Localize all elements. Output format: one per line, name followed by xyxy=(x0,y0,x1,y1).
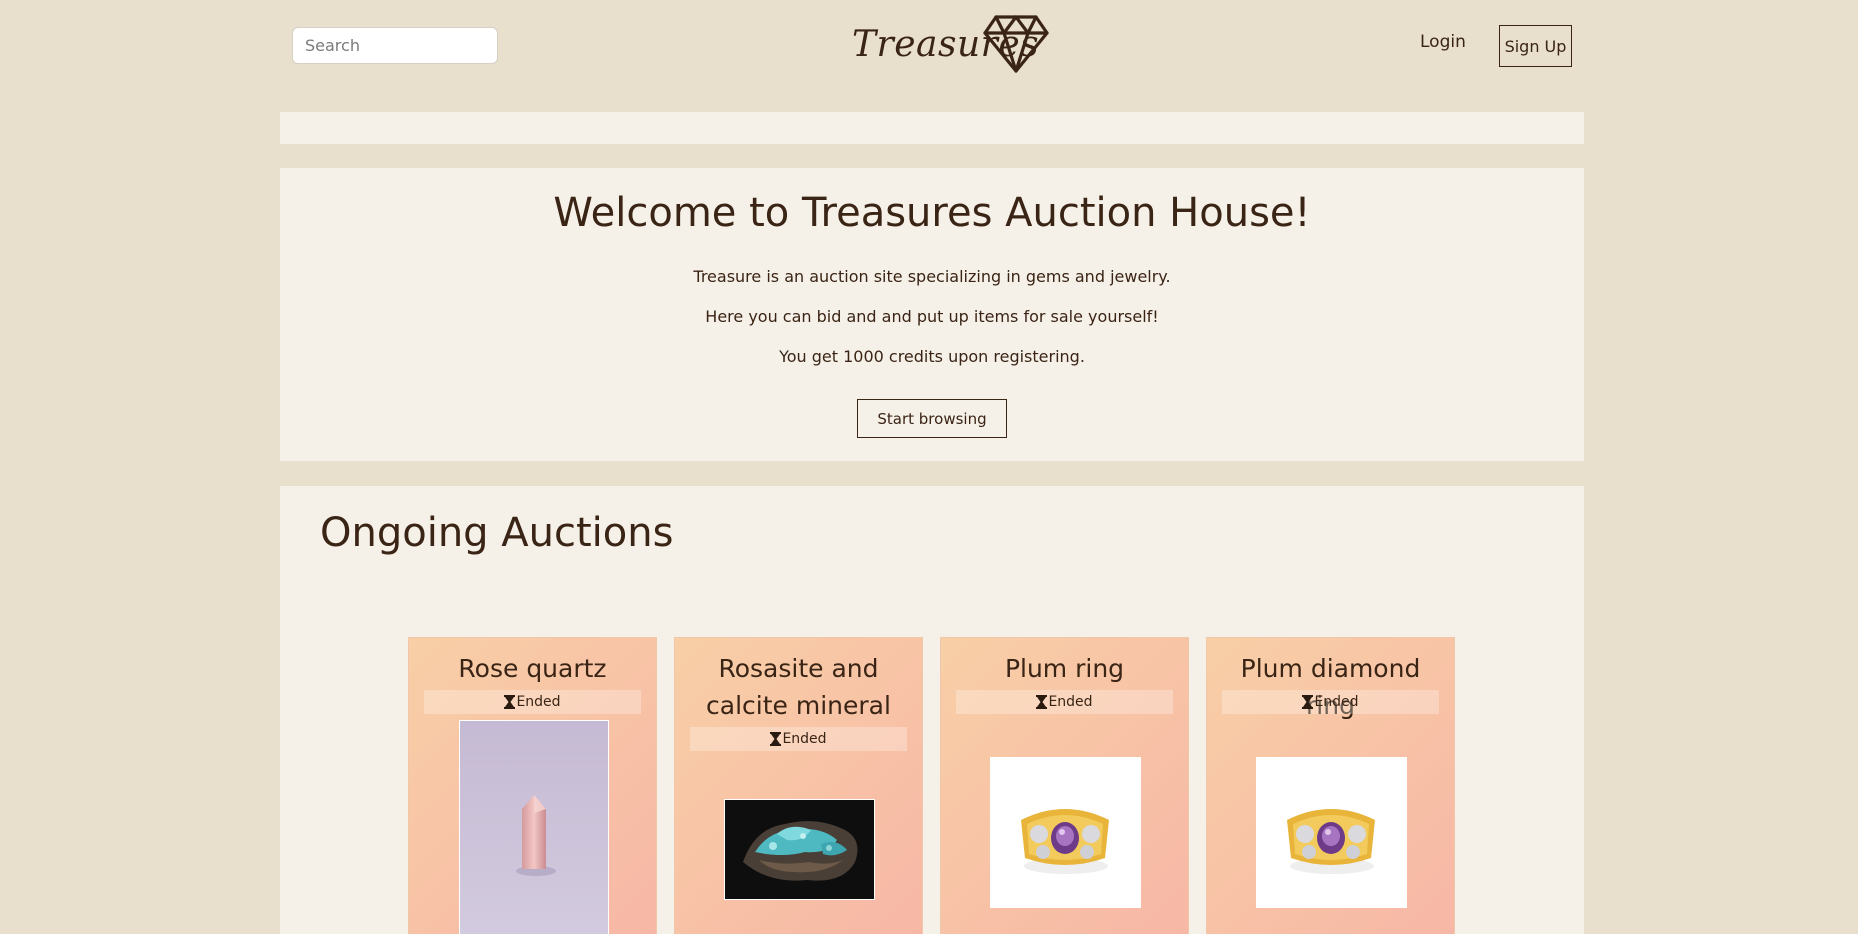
auction-status: Ended xyxy=(424,690,641,714)
welcome-credits-info: You get 1000 credits upon registering. xyxy=(779,347,1085,366)
auction-status-text: Ended xyxy=(1314,694,1359,710)
rose-quartz-crystal-image xyxy=(460,721,608,934)
top-navbar: Treasures Login Sign Up xyxy=(0,0,1858,92)
auction-status-text: Ended xyxy=(1048,694,1093,710)
welcome-bid-info: Here you can bid and and put up items fo… xyxy=(705,307,1159,326)
auction-status-text: Ended xyxy=(782,731,827,747)
welcome-description: Treasure is an auction site specializing… xyxy=(693,267,1171,286)
auction-status: Ended xyxy=(690,727,907,751)
notification-strip xyxy=(280,112,1584,144)
hourglass-icon xyxy=(1302,695,1314,709)
auction-status: Ended xyxy=(1222,690,1439,714)
login-link[interactable]: Login xyxy=(1420,32,1466,58)
auction-status: Ended xyxy=(956,690,1173,714)
section-title: Ongoing Auctions xyxy=(320,510,674,556)
auction-card[interactable]: Plum diamond ring Ended xyxy=(1206,637,1455,934)
hourglass-icon xyxy=(1036,695,1048,709)
sign-up-button[interactable]: Sign Up xyxy=(1499,25,1572,67)
welcome-title: Welcome to Treasures Auction House! xyxy=(553,190,1311,236)
welcome-section: Welcome to Treasures Auction House! Trea… xyxy=(280,168,1584,461)
hourglass-icon xyxy=(770,732,782,746)
start-browsing-button[interactable]: Start browsing xyxy=(857,399,1007,438)
rosasite-mineral-image xyxy=(725,800,874,899)
ongoing-auctions-section: Ongoing Auctions Rose quartz Ended Rosas… xyxy=(280,486,1584,934)
site-logo[interactable]: Treasures xyxy=(852,14,1052,76)
auction-card[interactable]: Rosasite and calcite mineral Ended xyxy=(674,637,923,934)
auction-image[interactable] xyxy=(990,757,1141,908)
auction-status-text: Ended xyxy=(516,694,561,710)
auction-image[interactable] xyxy=(1256,757,1407,908)
auction-card[interactable]: Plum ring Ended xyxy=(940,637,1189,934)
auction-title: Rose quartz xyxy=(458,654,607,683)
plum-diamond-ring-image xyxy=(1257,758,1406,907)
auction-image[interactable] xyxy=(724,799,875,900)
auction-title: Rosasite and calcite mineral xyxy=(706,654,891,720)
auction-title: Plum ring xyxy=(1004,654,1125,683)
plum-ring-image xyxy=(991,758,1140,907)
search-input[interactable] xyxy=(292,27,498,64)
auction-image[interactable] xyxy=(459,720,609,934)
diamond-icon xyxy=(983,15,1049,73)
hourglass-icon xyxy=(504,695,516,709)
auction-card[interactable]: Rose quartz Ended xyxy=(408,637,657,934)
